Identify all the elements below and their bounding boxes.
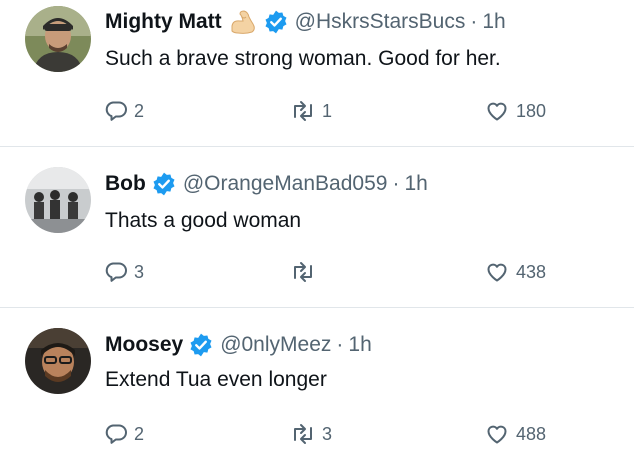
user-handle[interactable]: @OrangeManBad059 [183,172,388,196]
reply-count: 3 [134,261,145,282]
display-name[interactable]: Mighty Matt [105,10,222,34]
like-button[interactable]: 438 [484,259,546,285]
timestamp[interactable]: 1h [482,10,505,34]
retweet-icon [290,99,316,123]
retweet-button[interactable] [290,259,322,285]
tweet-text: Such a brave strong woman. Good for her. [105,47,501,70]
reply-icon [104,99,128,123]
avatar[interactable] [25,167,91,233]
like-button[interactable]: 180 [484,98,546,124]
user-handle[interactable]: @HskrsStarsBucs [295,10,466,34]
tweet-header: Mighty Matt @HskrsStarsBucs · 1h [105,7,506,37]
reply-button[interactable]: 2 [104,421,144,447]
retweet-icon [290,260,316,284]
retweet-count: 1 [322,100,333,121]
timestamp[interactable]: 1h [404,172,427,196]
user-handle[interactable]: @0nlyMeez [220,333,331,357]
tweet-text: Extend Tua even longer [105,368,327,391]
reply-icon [104,260,128,284]
tweet-header: Moosey @0nlyMeez · 1h [105,330,372,360]
separator-dot: · [392,172,400,195]
like-count: 488 [516,423,547,444]
flexed-biceps-icon [228,9,258,35]
reply-feed: Mighty Matt @HskrsStarsBucs · 1h Such a … [0,0,634,470]
retweet-button[interactable]: 3 [290,421,332,447]
reply-button[interactable]: 2 [104,98,144,124]
retweet-button[interactable]: 1 [290,98,332,124]
display-name[interactable]: Bob [105,172,146,196]
heart-icon [484,422,510,446]
retweet-count: 3 [322,423,333,444]
heart-icon [484,99,510,123]
like-count: 438 [516,261,547,282]
tweet-moosey[interactable]: Moosey @0nlyMeez · 1h Extend Tua even lo… [0,308,634,470]
tweet-header: Bob @OrangeManBad059 · 1h [105,169,428,199]
reply-icon [104,422,128,446]
timestamp[interactable]: 1h [348,333,371,357]
like-count: 180 [516,100,547,121]
tweet-bob[interactable]: Bob @OrangeManBad059 · 1h Thats a good w… [0,147,634,307]
avatar[interactable] [25,328,91,394]
tweet-text: Thats a good woman [105,209,302,232]
verified-badge-icon[interactable] [263,9,289,35]
like-button[interactable]: 488 [484,421,546,447]
verified-badge-icon[interactable] [188,332,214,358]
separator-dot: · [336,333,344,356]
verified-badge-icon[interactable] [151,171,177,197]
reply-count: 2 [134,423,145,444]
separator-dot: · [470,10,478,33]
retweet-icon [290,422,316,446]
reply-count: 2 [134,100,145,121]
heart-icon [484,260,510,284]
display-name[interactable]: Moosey [105,333,183,357]
tweet-mighty-matt[interactable]: Mighty Matt @HskrsStarsBucs · 1h Such a … [0,0,634,145]
avatar[interactable] [25,6,91,72]
reply-button[interactable]: 3 [104,259,144,285]
